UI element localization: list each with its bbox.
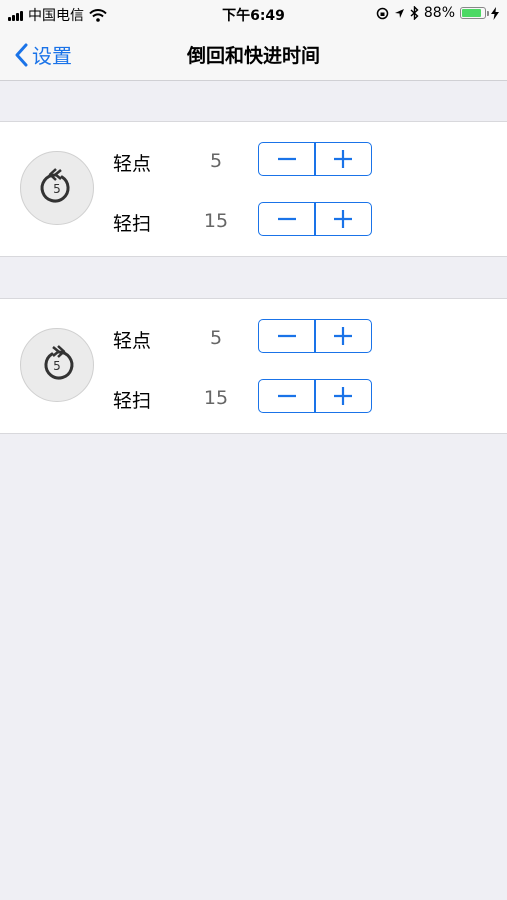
page-title: 倒回和快进时间	[186, 45, 320, 67]
increment-button[interactable]	[316, 320, 371, 352]
decrement-button[interactable]	[259, 203, 314, 235]
increment-button[interactable]	[316, 203, 371, 235]
battery-icon	[460, 7, 489, 19]
plus-icon	[334, 327, 353, 345]
battery-fill	[462, 9, 482, 17]
orientation-lock-icon	[376, 7, 389, 19]
navigation-bar: 设置 倒回和快进时间	[0, 28, 507, 81]
minus-icon	[277, 157, 296, 161]
minus-icon	[277, 394, 296, 398]
decrement-button[interactable]	[259, 380, 314, 412]
row-value: 5	[209, 150, 223, 172]
row-value: 15	[203, 210, 229, 232]
decrement-button[interactable]	[259, 143, 314, 175]
forward-tap-stepper[interactable]	[258, 319, 372, 353]
forward-swipe-row: 轻扫 15	[0, 379, 507, 415]
status-bar: 中国电信 下午6:49 88%	[0, 0, 507, 28]
increment-button[interactable]	[316, 380, 371, 412]
minus-icon	[277, 334, 296, 338]
rewind-seconds: 5	[53, 182, 61, 196]
row-label: 轻点	[113, 153, 152, 175]
forward-section: 5 轻点 5 轻扫 15	[0, 298, 507, 434]
rewind-swipe-row: 轻扫 15	[0, 202, 507, 238]
rewind-tap-row: 轻点 5	[0, 142, 507, 178]
plus-icon	[334, 150, 353, 168]
row-value: 5	[209, 327, 223, 349]
bluetooth-icon	[410, 6, 419, 20]
row-label: 轻扫	[113, 390, 152, 412]
row-label: 轻点	[113, 330, 152, 352]
minus-icon	[277, 217, 296, 221]
rewind-section: 5 轻点 5 轻扫 15	[0, 121, 507, 257]
status-right: 88%	[376, 5, 499, 21]
battery-percent: 88%	[423, 5, 455, 21]
row-value: 15	[203, 387, 229, 409]
row-label: 轻扫	[113, 213, 152, 235]
forward-tap-row: 轻点 5	[0, 319, 507, 355]
decrement-button[interactable]	[259, 320, 314, 352]
rewind-swipe-stepper[interactable]	[258, 202, 372, 236]
rewind-tap-stepper[interactable]	[258, 142, 372, 176]
location-icon	[394, 8, 404, 18]
plus-icon	[334, 387, 353, 405]
forward-seconds: 5	[53, 359, 61, 373]
plus-icon	[334, 210, 353, 228]
charging-bolt-icon	[491, 6, 499, 20]
increment-button[interactable]	[316, 143, 371, 175]
forward-swipe-stepper[interactable]	[258, 379, 372, 413]
